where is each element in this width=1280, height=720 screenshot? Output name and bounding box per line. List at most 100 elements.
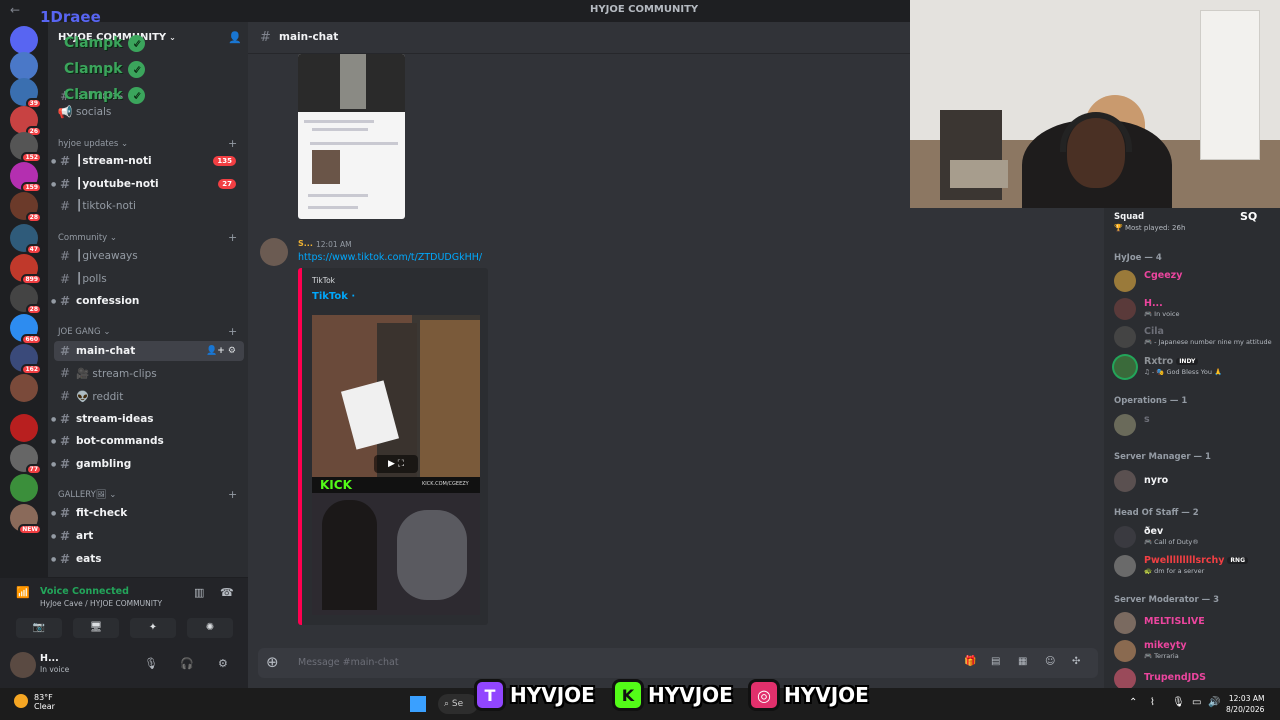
squad-logo: SQ (1240, 210, 1258, 223)
add-channel-icon[interactable]: + (228, 231, 237, 244)
embed-thumbnail[interactable]: KICK KICK.COM/CGEEZY ▶ ⛶ (312, 315, 480, 615)
emoji-icon[interactable]: ☺ (1045, 656, 1055, 667)
message-author[interactable]: S... (298, 239, 313, 248)
screen-share-button[interactable]: 🖥 (73, 618, 119, 638)
channel-art[interactable]: ● # art (51, 526, 244, 546)
channel-main-chat[interactable]: # main-chat 👤+ ⚙ (54, 341, 244, 361)
avatar[interactable] (260, 238, 288, 266)
soundboard-button[interactable]: ✺ (187, 618, 233, 638)
server-icon[interactable]: 899 (10, 254, 42, 285)
camera-button[interactable]: 📷 (16, 618, 62, 638)
category-hyjoe-updates[interactable]: hyjoe updates ⌄ + (58, 137, 237, 150)
server-icon[interactable] (10, 26, 38, 54)
add-channel-icon[interactable]: + (228, 325, 237, 338)
server-icon[interactable]: 660 (10, 314, 42, 345)
unread-dot-icon: ● (51, 157, 57, 165)
category-joe-gang[interactable]: JOE GANG ⌄ + (58, 325, 237, 338)
server-icon[interactable] (10, 414, 38, 442)
screen: ← HYJOE COMMUNITY 39 26 152 159 28 47 899 28 660… (0, 0, 1280, 720)
server-icon[interactable]: 26 (10, 106, 42, 137)
channel-tiktok-noti[interactable]: # ┃tiktok-noti (54, 196, 244, 216)
gear-icon[interactable]: ⚙ (218, 657, 228, 670)
voice-status[interactable]: Voice Connected (40, 586, 129, 597)
server-icon[interactable]: 152 (10, 132, 42, 163)
member-item[interactable]: Pwelllllllllsrchy RNG 🐢 dm for a server (1114, 553, 1278, 577)
add-channel-icon[interactable]: + (228, 137, 237, 150)
network-icon[interactable]: ⌇ (1150, 697, 1155, 708)
embed-title[interactable]: TikTok · (312, 291, 355, 302)
member-item[interactable]: Cgeezy (1114, 268, 1278, 292)
channel-gambling[interactable]: ● # gambling (51, 454, 244, 474)
member-item[interactable]: TrupendJDS (1114, 666, 1278, 688)
server-icon[interactable]: 77 (10, 444, 42, 475)
play-button[interactable]: ▶ ⛶ (374, 455, 418, 473)
message-link[interactable]: https://www.tiktok.com/t/ZTDUDGkHH/ (298, 252, 482, 263)
headphones-icon[interactable]: 🎧 (180, 657, 194, 670)
channel-bot-commands[interactable]: ● # bot-commands (51, 431, 244, 451)
channel-socials[interactable]: 📢 socials (54, 102, 244, 122)
category-gallery[interactable]: GALLERY🖼 ⌄ + (58, 488, 237, 501)
channel-stream-ideas[interactable]: ● # stream-ideas (51, 409, 244, 429)
channel-stream-clips[interactable]: # 🎥 stream-clips (54, 363, 244, 383)
noise-suppression-icon[interactable]: ▥ (194, 586, 204, 599)
server-icon[interactable]: 28 (10, 192, 42, 223)
server-icon[interactable] (10, 374, 38, 402)
member-item[interactable]: MELTISLIVE (1114, 610, 1278, 634)
add-channel-icon[interactable]: + (228, 488, 237, 501)
server-icon[interactable]: 39 (10, 78, 42, 109)
member-item[interactable]: mikeyty 🎮 Terraria (1114, 638, 1278, 662)
sticker-icon[interactable]: ▦ (1018, 656, 1027, 667)
category-community[interactable]: Community ⌄ + (58, 231, 237, 244)
server-icon[interactable]: 162 (10, 344, 42, 375)
server-icon[interactable]: 28 (10, 284, 42, 315)
channel-confession[interactable]: ● # confession (51, 291, 244, 311)
display-icon[interactable]: ▭ (1192, 697, 1201, 708)
server-icon[interactable] (10, 474, 38, 502)
member-item[interactable]: ðev 🎮 Call of Duty® (1114, 524, 1278, 548)
server-icon[interactable]: 47 (10, 224, 42, 255)
gift-icon[interactable]: 🎁 (964, 656, 976, 667)
channel-reddit[interactable]: # 👽 reddit (54, 386, 244, 406)
server-icon[interactable] (10, 52, 38, 80)
thumb-person (322, 500, 377, 610)
channel-polls[interactable]: # ┃polls (54, 269, 244, 289)
weather-widget[interactable]: 83°F Clear (14, 693, 55, 711)
message-input[interactable]: Message #main-chat (298, 657, 399, 668)
speaker-icon[interactable]: 🔊 (1208, 697, 1220, 708)
taskbar-clock[interactable]: 12:03 AM 8/20/2026 (1226, 693, 1264, 715)
channel-youtube-noti[interactable]: ● # ┃youtube-noti 27 (51, 174, 244, 194)
member-item[interactable]: s (1114, 412, 1278, 436)
channel-stream-noti[interactable]: ● # ┃stream-noti 135 (51, 151, 244, 171)
disconnect-icon[interactable]: ☎ (220, 586, 234, 599)
mic-icon[interactable]: 🎙 (1172, 697, 1185, 708)
gif-icon[interactable]: ▤ (991, 656, 1000, 667)
activities-button[interactable]: ✦ (130, 618, 176, 638)
channel-eats[interactable]: ● # eats (51, 549, 244, 569)
member-item[interactable]: Cila 🎮 - Japanese number nine my attitude (1114, 324, 1278, 348)
channel-settings-icon[interactable]: 👤+ ⚙ (206, 346, 236, 356)
back-arrow-icon[interactable]: ← (10, 3, 20, 17)
chevron-up-icon[interactable]: ⌃ (1129, 697, 1137, 708)
user-name[interactable]: H... (40, 653, 59, 664)
voice-location[interactable]: HyJoe Cave / HYJOE COMMUNITY (40, 599, 162, 608)
image-attachment[interactable] (298, 54, 405, 219)
signal-icon[interactable]: 📶 (16, 586, 30, 599)
unread-dot-icon: ● (51, 555, 57, 563)
add-member-icon[interactable]: 👤 (228, 31, 242, 44)
squad-name[interactable]: Squad (1114, 212, 1144, 222)
server-icon[interactable]: 159 (10, 162, 42, 193)
channel-label: eats (76, 553, 102, 565)
avatar[interactable] (10, 652, 36, 678)
member-item[interactable]: nyro (1114, 468, 1278, 492)
windows-start-icon[interactable] (410, 696, 426, 712)
add-attachment-icon[interactable]: ⊕ (266, 653, 279, 671)
server-icon[interactable]: NEW (10, 504, 42, 535)
member-item[interactable]: Rxtro INDY ♫ - 🎭 God Bless You 🙏 (1114, 354, 1278, 378)
hash-icon: # (59, 366, 71, 380)
member-item[interactable]: H... 🎮 In voice (1114, 296, 1278, 320)
image-text-line (308, 194, 368, 197)
channel-giveaways[interactable]: # ┃giveaways (54, 246, 244, 266)
apps-icon[interactable]: ✣ (1072, 656, 1080, 667)
channel-fit-check[interactable]: ● # fit-check (51, 503, 244, 523)
microphone-icon[interactable]: 🎙 (144, 657, 158, 670)
